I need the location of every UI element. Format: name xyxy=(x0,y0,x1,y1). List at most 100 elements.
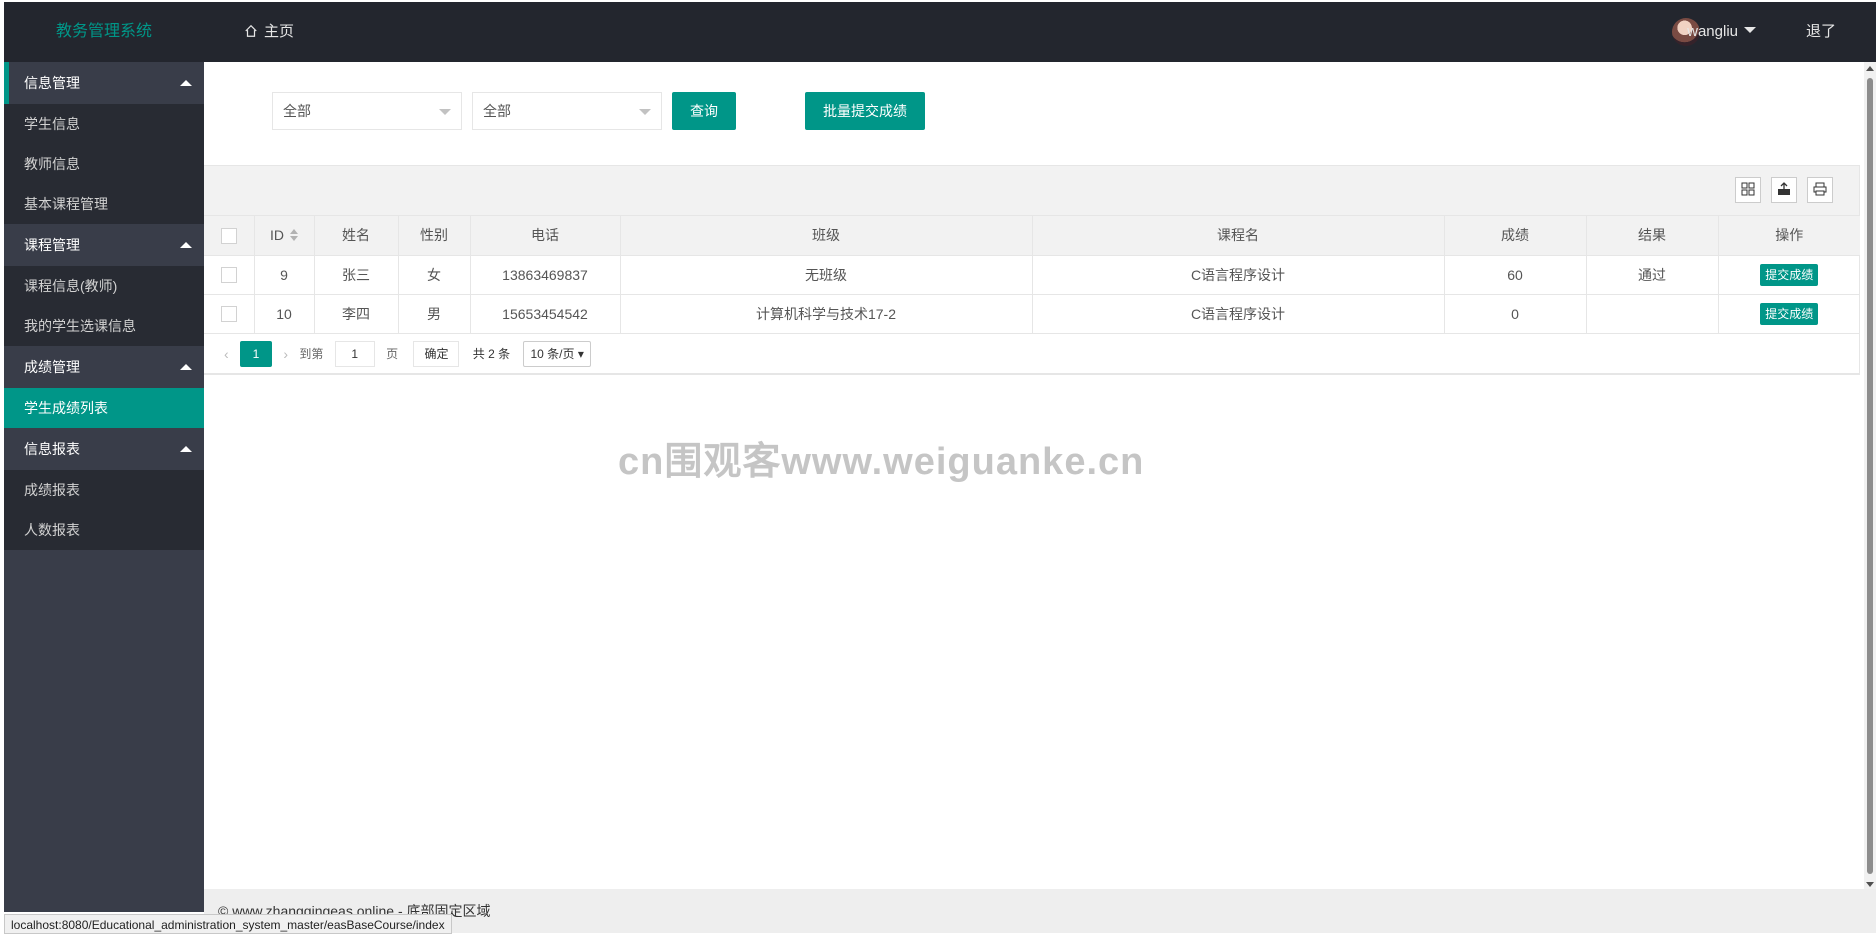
course-select[interactable]: 全部 xyxy=(472,92,662,130)
sidebar: 信息管理 学生信息 教师信息 基本课程管理 课程管理 课程信息(教师) 我的学生… xyxy=(4,62,204,912)
filter-bar: 全部 全部 查询 批量提交成绩 xyxy=(204,62,1868,165)
page-size-value: 10 条/页 xyxy=(530,347,575,362)
nav-sub-report: 成绩报表 人数报表 xyxy=(4,470,204,550)
print-icon[interactable] xyxy=(1807,177,1833,203)
submit-score-button[interactable]: 提交成绩 xyxy=(1760,302,1819,325)
nav-group-score[interactable]: 成绩管理 xyxy=(4,346,204,388)
table-header-row: ID 姓名 性别 电话 班级 课程名 成绩 结果 操作 xyxy=(204,216,1860,256)
sidebar-item-my-students[interactable]: 我的学生选课信息 xyxy=(4,306,204,346)
cell-name: 张三 xyxy=(314,255,399,295)
app-window: 教务管理系统 主页 wangliu 退了 信息管理 学生信息 教师信息 基本课程… xyxy=(4,2,1876,937)
logout-link[interactable]: 退了 xyxy=(1806,2,1836,62)
page-size-select[interactable]: 10 条/页 ▾ xyxy=(523,341,591,368)
scroll-thumb[interactable] xyxy=(1867,78,1873,874)
user-menu[interactable]: wangliu xyxy=(1687,2,1756,62)
col-action: 操作 xyxy=(1718,216,1860,256)
nav-group-info[interactable]: 信息管理 xyxy=(4,62,204,104)
row-checkbox[interactable] xyxy=(220,306,237,323)
home-icon xyxy=(245,24,257,37)
export-icon[interactable] xyxy=(1771,177,1797,203)
chevron-up-icon xyxy=(180,242,192,248)
nav-sub-score: 学生成绩列表 xyxy=(4,388,204,428)
cell-result: 通过 xyxy=(1586,255,1719,295)
page-unit-label: 页 xyxy=(386,347,399,362)
batch-submit-button[interactable]: 批量提交成绩 xyxy=(805,92,925,130)
chevron-up-icon xyxy=(180,446,192,452)
sidebar-item-base-course[interactable]: 基本课程管理 xyxy=(4,184,204,224)
cell-result xyxy=(1586,294,1719,334)
nav-group-course[interactable]: 课程管理 xyxy=(4,224,204,266)
table-row: 9 张三 女 13863469837 无班级 C语言程序设计 60 通过 提交成… xyxy=(204,255,1860,295)
browser-status-bar: localhost:8080/Educational_administratio… xyxy=(4,914,452,934)
vertical-scrollbar[interactable] xyxy=(1864,62,1876,891)
cell-score: 60 xyxy=(1444,255,1587,295)
cell-phone: 13863469837 xyxy=(470,255,621,295)
select-all-checkbox[interactable] xyxy=(220,227,237,244)
col-label: ID xyxy=(270,227,284,244)
row-select-cell xyxy=(204,294,255,334)
cell-action: 提交成绩 xyxy=(1718,294,1860,334)
submit-score-button[interactable]: 提交成绩 xyxy=(1760,263,1819,286)
cell-score: 0 xyxy=(1444,294,1587,334)
top-header: 教务管理系统 主页 wangliu 退了 xyxy=(4,2,1876,62)
next-page-icon[interactable]: › xyxy=(283,334,288,374)
nav-sub-info: 学生信息 教师信息 基本课程管理 xyxy=(4,104,204,224)
sidebar-item-score-report[interactable]: 成绩报表 xyxy=(4,470,204,510)
row-checkbox[interactable] xyxy=(220,267,237,284)
cell-class: 无班级 xyxy=(620,255,1033,295)
sidebar-item-course-teacher[interactable]: 课程信息(教师) xyxy=(4,266,204,306)
cell-action: 提交成绩 xyxy=(1718,255,1860,295)
col-id[interactable]: ID xyxy=(254,216,315,256)
col-class: 班级 xyxy=(620,216,1033,256)
cell-course: C语言程序设计 xyxy=(1032,255,1445,295)
sort-icon[interactable] xyxy=(290,229,298,242)
cell-course: C语言程序设计 xyxy=(1032,294,1445,334)
goto-label: 到第 xyxy=(299,347,324,362)
caret-down-icon xyxy=(1744,27,1756,33)
select-all-cell xyxy=(204,216,255,256)
query-button[interactable]: 查询 xyxy=(672,92,736,130)
chevron-up-icon xyxy=(180,364,192,370)
sidebar-item-student-info[interactable]: 学生信息 xyxy=(4,104,204,144)
username: wangliu xyxy=(1687,23,1738,40)
sidebar-item-teacher-info[interactable]: 教师信息 xyxy=(4,144,204,184)
class-select[interactable]: 全部 xyxy=(272,92,462,130)
col-course: 课程名 xyxy=(1032,216,1445,256)
printer-icon xyxy=(1813,182,1827,196)
sidebar-item-count-report[interactable]: 人数报表 xyxy=(4,510,204,550)
cell-name: 李四 xyxy=(314,294,399,334)
nav-group-report[interactable]: 信息报表 xyxy=(4,428,204,470)
footer: © www.zhangqingeas.online - 底部固定区域 xyxy=(204,889,1876,933)
score-table: ID 姓名 性别 电话 班级 课程名 成绩 结果 操作 9 张三 女 13863… xyxy=(204,216,1860,334)
home-label: 主页 xyxy=(264,23,295,40)
col-score: 成绩 xyxy=(1444,216,1587,256)
page-input[interactable]: 1 xyxy=(334,341,375,368)
home-link[interactable]: 主页 xyxy=(244,2,294,62)
nav-group-label: 成绩管理 xyxy=(24,359,80,375)
cell-phone: 15653454542 xyxy=(470,294,621,334)
table-row: 10 李四 男 15653454542 计算机科学与技术17-2 C语言程序设计… xyxy=(204,294,1860,334)
cell-gender: 女 xyxy=(398,255,471,295)
cell-id: 10 xyxy=(254,294,315,334)
grid-icon xyxy=(1741,182,1755,196)
scroll-down-icon[interactable] xyxy=(1866,882,1874,887)
col-result: 结果 xyxy=(1586,216,1719,256)
chevron-down-icon xyxy=(639,109,651,115)
export-glyph-icon xyxy=(1778,182,1790,195)
table-toolbar xyxy=(204,166,1859,216)
app-logo[interactable]: 教务管理系统 xyxy=(4,2,204,62)
scroll-up-icon[interactable] xyxy=(1866,66,1874,71)
col-name: 姓名 xyxy=(314,216,399,256)
chevron-down-icon xyxy=(439,109,451,115)
nav-sub-course: 课程信息(教师) 我的学生选课信息 xyxy=(4,266,204,346)
nav-group-label: 信息管理 xyxy=(24,75,80,91)
pagination: ‹ 1 › 到第 1 页 确定 共 2 条 10 条/页 ▾ xyxy=(204,334,1859,374)
page-current[interactable]: 1 xyxy=(240,341,273,368)
total-count: 共 2 条 xyxy=(472,347,511,362)
col-phone: 电话 xyxy=(470,216,621,256)
columns-filter-icon[interactable] xyxy=(1735,177,1761,203)
sidebar-item-score-list[interactable]: 学生成绩列表 xyxy=(4,388,204,428)
goto-confirm-button[interactable]: 确定 xyxy=(413,341,460,368)
select-value: 全部 xyxy=(283,103,311,119)
prev-page-icon[interactable]: ‹ xyxy=(224,334,229,374)
